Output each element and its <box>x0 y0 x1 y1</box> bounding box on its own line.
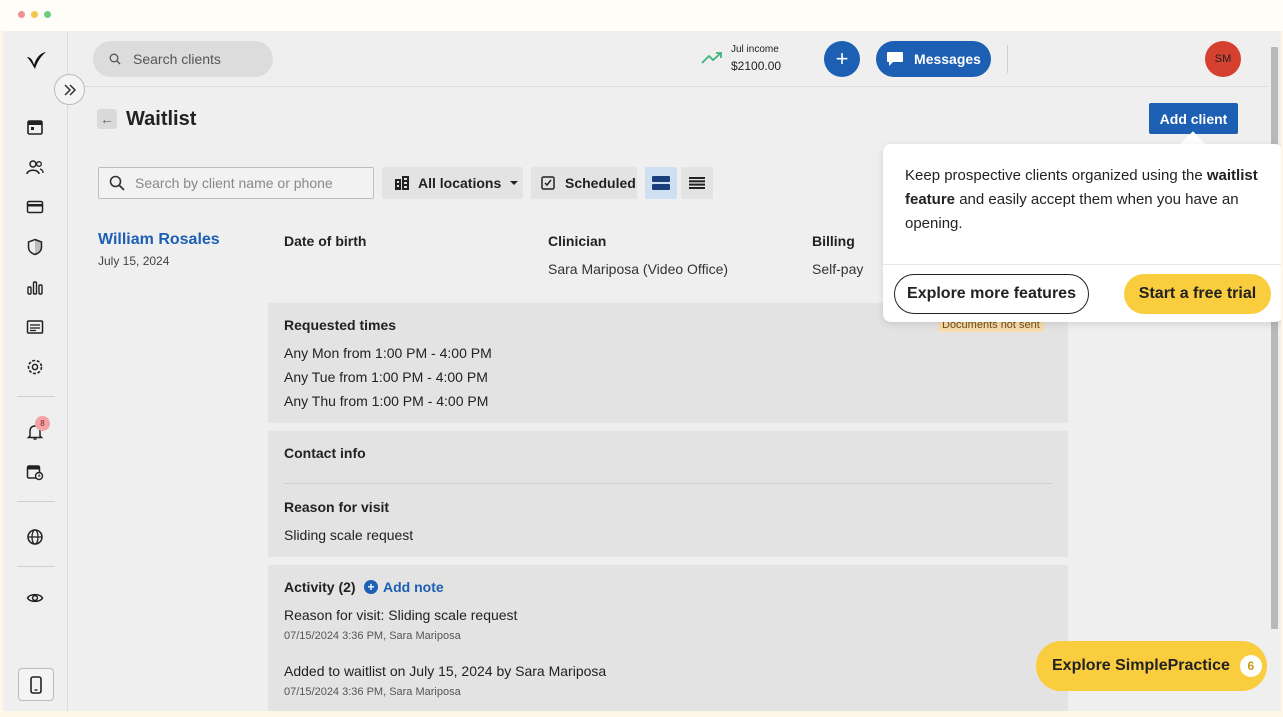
activity-icon[interactable] <box>24 316 46 338</box>
caret-down-icon <box>510 181 519 185</box>
list-view-icon <box>689 177 705 189</box>
plus-circle-icon: + <box>364 580 378 594</box>
contact-info-panel: Contact info Reason for visit Sliding sc… <box>268 431 1068 557</box>
dob-label: Date of birth <box>284 233 367 249</box>
requested-time-item: Any Thu from 1:00 PM - 4:00 PM <box>284 393 489 409</box>
add-note-button[interactable]: + Add note <box>364 579 444 595</box>
activity-panel: Activity (2) + Add note Reason for visit… <box>268 565 1068 711</box>
minimize-window-dot[interactable] <box>31 11 38 18</box>
phone-icon <box>30 675 42 694</box>
messages-label: Messages <box>914 51 981 67</box>
location-filter-label: All locations <box>418 175 502 191</box>
requested-time-item: Any Mon from 1:00 PM - 4:00 PM <box>284 345 492 361</box>
calendar-icon[interactable] <box>24 116 46 138</box>
activity-item-text: Reason for visit: Sliding scale request <box>284 607 518 623</box>
explore-simplepractice-button[interactable]: Explore SimplePractice 6 <box>1036 641 1267 691</box>
add-note-label: Add note <box>383 579 444 595</box>
clinician-label: Clinician <box>548 233 607 249</box>
building-icon <box>395 176 409 190</box>
popover-message: Keep prospective clients organized using… <box>905 167 1258 232</box>
user-avatar[interactable]: SM <box>1205 41 1241 77</box>
client-name-link[interactable]: William Rosales <box>98 231 220 249</box>
app-window: 8 Search clients Jul income $2100.00 + M… <box>3 31 1281 711</box>
chat-bubble-icon <box>887 52 904 66</box>
client-search-input[interactable]: Search clients <box>93 41 273 77</box>
plus-icon: + <box>835 46 849 71</box>
scheduled-filter-label: Scheduled <box>565 175 636 191</box>
reason-for-visit-title: Reason for visit <box>284 499 390 515</box>
insurance-icon[interactable] <box>24 236 46 258</box>
billing-icon[interactable] <box>24 196 46 218</box>
popover-divider <box>883 264 1281 265</box>
waitlist-search-placeholder: Search by client name or phone <box>135 175 333 191</box>
income-summary[interactable]: Jul income $2100.00 <box>701 42 781 74</box>
search-icon <box>109 53 121 65</box>
client-search-placeholder: Search clients <box>133 51 221 67</box>
clients-icon[interactable] <box>24 156 46 178</box>
sidebar-divider <box>17 396 55 397</box>
header-divider <box>1007 45 1008 73</box>
explore-more-features-button[interactable]: Explore more features <box>894 274 1089 314</box>
billing-label: Billing <box>812 233 855 249</box>
add-client-button[interactable]: Add client <box>1149 103 1238 134</box>
notification-badge: 8 <box>35 416 50 431</box>
clinician-value: Sara Mariposa (Video Office) <box>548 261 729 277</box>
page-title: Waitlist <box>126 108 197 130</box>
activity-item-meta: 07/15/2024 3:36 PM, Sara Mariposa <box>284 630 461 642</box>
card-view-icon <box>652 176 670 190</box>
scrollbar-thumb[interactable] <box>1271 47 1278 629</box>
panel-divider <box>284 483 1052 484</box>
window-titlebar <box>0 0 1283 31</box>
list-view-toggle[interactable] <box>681 167 713 199</box>
messages-button[interactable]: Messages <box>876 41 991 77</box>
sidebar-divider <box>17 501 55 502</box>
requests-icon[interactable] <box>24 461 46 483</box>
back-button[interactable]: ← <box>97 109 117 129</box>
create-new-button[interactable]: + <box>824 41 860 77</box>
income-amount: $2100.00 <box>731 59 782 73</box>
income-label: Jul income <box>731 44 779 55</box>
waitlist-search-input[interactable]: Search by client name or phone <box>98 167 374 199</box>
trend-up-icon <box>701 52 722 64</box>
top-header: Search clients Jul income $2100.00 + Mes… <box>69 31 1269 87</box>
settings-icon[interactable] <box>24 356 46 378</box>
search-icon <box>109 175 125 191</box>
activity-item-meta: 07/15/2024 3:36 PM, Sara Mariposa <box>284 686 461 698</box>
arrow-left-icon: ← <box>100 111 114 127</box>
card-view-toggle[interactable] <box>645 167 677 199</box>
double-chevron-right-icon <box>63 83 76 96</box>
mobile-app-button[interactable] <box>18 668 54 701</box>
activity-item-text: Added to waitlist on July 15, 2024 by Sa… <box>284 663 607 679</box>
analytics-icon[interactable] <box>24 276 46 298</box>
maximize-window-dot[interactable] <box>44 11 51 18</box>
waitlist-feature-popover: Keep prospective clients organized using… <box>883 144 1281 322</box>
page-scrollbar[interactable] <box>1268 31 1281 711</box>
requested-time-item: Any Tue from 1:00 PM - 4:00 PM <box>284 369 488 385</box>
reason-for-visit-value: Sliding scale request <box>284 527 414 543</box>
simplepractice-logo[interactable] <box>25 49 47 71</box>
eye-icon[interactable] <box>24 587 46 609</box>
close-window-dot[interactable] <box>18 11 25 18</box>
globe-icon[interactable] <box>24 526 46 548</box>
sidebar-divider <box>17 566 55 567</box>
expand-sidebar-button[interactable] <box>54 74 85 105</box>
contact-info-title: Contact info <box>284 445 366 461</box>
billing-value: Self-pay <box>812 261 864 277</box>
location-filter-dropdown[interactable]: All locations <box>382 167 523 199</box>
explore-simplepractice-label: Explore SimplePractice <box>1052 657 1230 674</box>
sidebar: 8 <box>3 31 68 711</box>
scheduled-filter-toggle[interactable]: Scheduled <box>531 167 637 199</box>
checkbox-icon <box>541 176 555 190</box>
activity-title: Activity (2) <box>284 579 356 595</box>
start-free-trial-button[interactable]: Start a free trial <box>1124 274 1271 314</box>
explore-count-badge: 6 <box>1239 655 1262 677</box>
client-added-date: July 15, 2024 <box>98 254 170 268</box>
requested-times-title: Requested times <box>284 317 397 333</box>
